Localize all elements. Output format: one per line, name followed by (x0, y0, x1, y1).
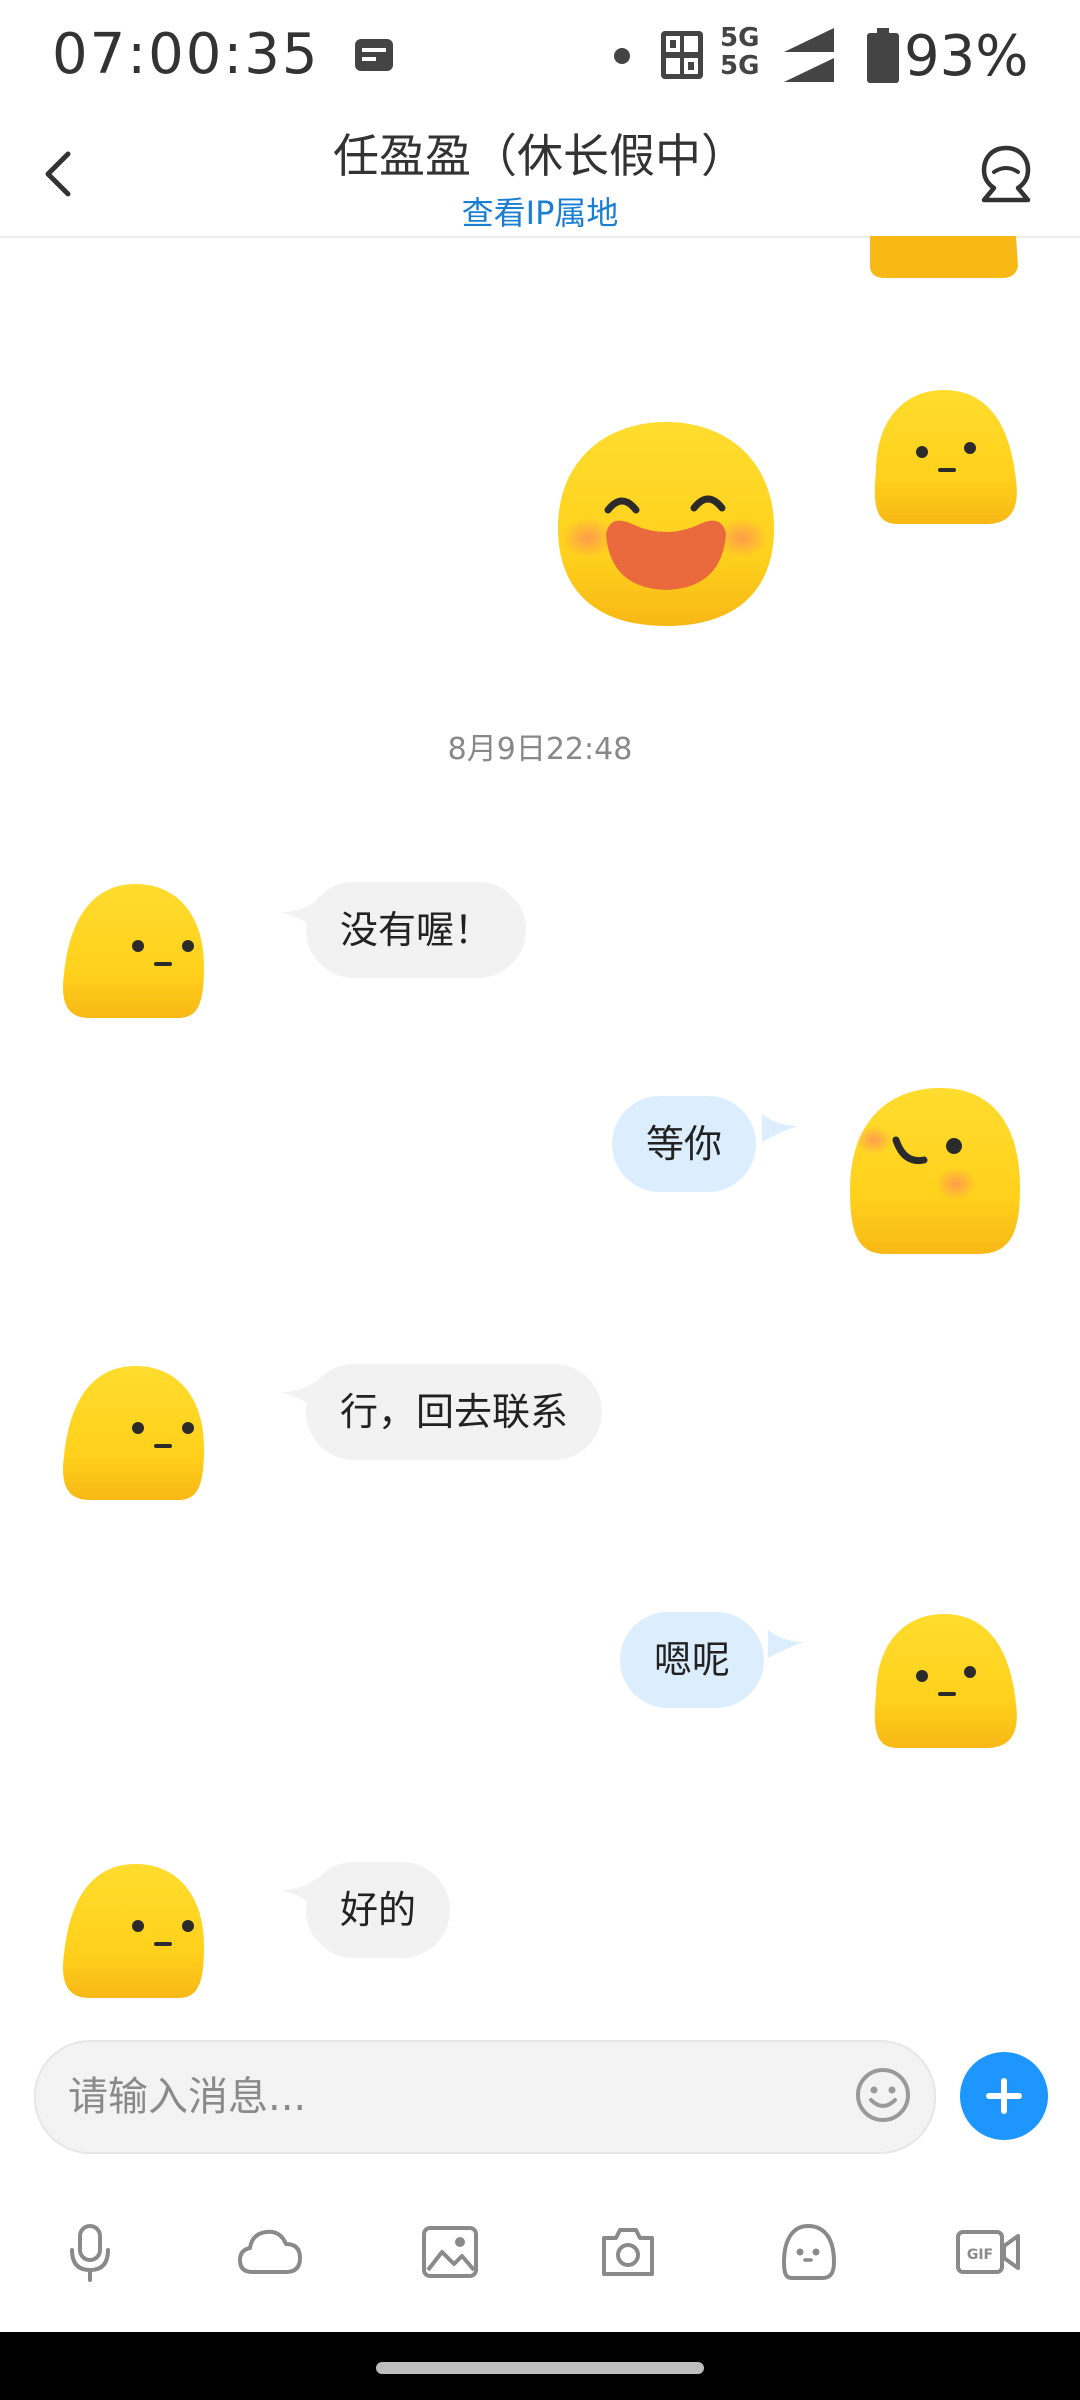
microphone-icon[interactable] (60, 2222, 120, 2282)
sticker-icon[interactable] (778, 2222, 838, 2282)
network-type: 5G 5G (720, 24, 759, 80)
notification-icon (355, 39, 393, 71)
status-bar: 07:00:35 5G 5G 93% (0, 0, 1080, 112)
avatar[interactable] (60, 880, 214, 1022)
message-bubble[interactable]: 好的 (306, 1862, 451, 1958)
bubble-tail (762, 1114, 798, 1142)
avatar[interactable] (844, 1084, 1026, 1258)
message-bubble[interactable]: 没有喔！ (306, 882, 527, 978)
message-bubble[interactable]: 嗯呢 (620, 1612, 765, 1708)
camera-icon[interactable] (598, 2222, 658, 2282)
emoji-icon[interactable] (854, 2066, 912, 2124)
cloud-icon[interactable] (236, 2222, 304, 2282)
chat-header: 任盈盈（休长假中） 查看IP属地 (0, 112, 1080, 238)
avatar[interactable] (866, 1610, 1020, 1752)
signal-icon (784, 28, 834, 82)
avatar[interactable] (866, 386, 1020, 528)
message-input[interactable]: 请输入消息... (34, 2040, 936, 2154)
home-indicator[interactable] (376, 2362, 704, 2374)
dual-sim-icon (661, 31, 703, 79)
message-bubble[interactable]: 等你 (612, 1096, 757, 1192)
input-placeholder: 请输入消息... (68, 2074, 307, 2120)
avatar[interactable] (60, 1860, 214, 2002)
gif-icon[interactable]: GIF (954, 2222, 1022, 2282)
dot-icon (614, 48, 630, 64)
plus-icon (986, 2078, 1022, 2114)
laughing-sticker[interactable] (552, 418, 778, 630)
message-bubble[interactable]: 行，回去联系 (306, 1364, 603, 1460)
profile-icon[interactable] (974, 142, 1038, 206)
chat-title: 任盈盈（休长假中） (333, 129, 747, 183)
avatar[interactable] (60, 1362, 214, 1504)
battery-icon (867, 28, 899, 83)
status-time: 07:00:35 (52, 22, 320, 87)
image-icon[interactable] (420, 2222, 480, 2282)
network-type-top: 5G (720, 23, 760, 53)
network-type-bottom: 5G (720, 51, 760, 81)
ip-location-link[interactable]: 查看IP属地 (0, 188, 1080, 234)
plus-button[interactable] (960, 2052, 1048, 2140)
chat-timestamp: 8月9日22:48 (447, 732, 633, 767)
battery-percent: 93% (904, 24, 1029, 89)
svg-text:GIF: GIF (967, 2247, 993, 2263)
bubble-tail (768, 1630, 804, 1658)
avatar[interactable] (866, 236, 1020, 282)
